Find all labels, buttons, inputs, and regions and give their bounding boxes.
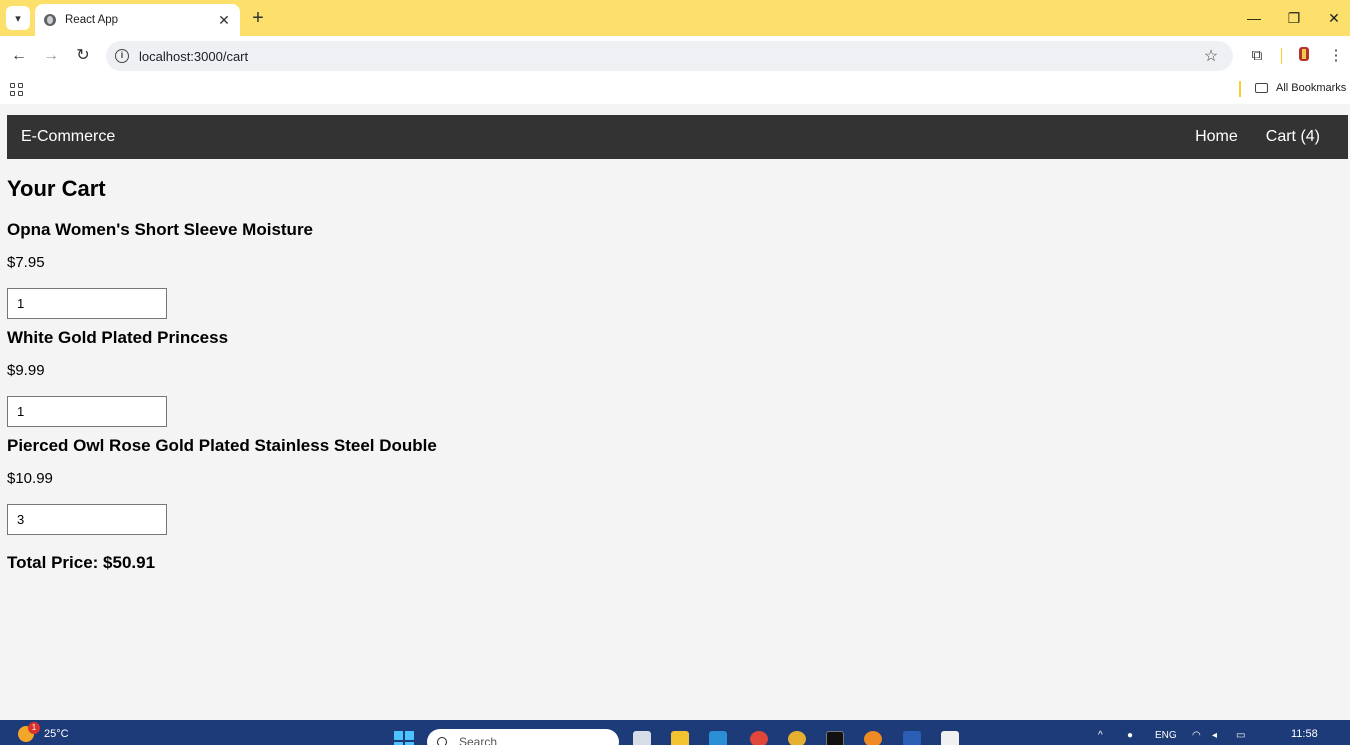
- total-price: Total Price: $50.91: [7, 553, 156, 572]
- reload-icon[interactable]: ↻: [73, 46, 93, 66]
- profile-avatar-icon[interactable]: [1294, 46, 1314, 66]
- globe-icon: [44, 14, 56, 26]
- close-window-icon[interactable]: ✕: [1324, 8, 1344, 28]
- task-view-icon[interactable]: [633, 731, 651, 745]
- browser-menu-kebab-icon[interactable]: ⋮: [1326, 46, 1346, 66]
- windows-start-icon[interactable]: [394, 731, 414, 745]
- apps-grid-icon[interactable]: [10, 83, 24, 97]
- address-bar[interactable]: i localhost:3000/cart ☆: [106, 41, 1233, 71]
- cart-item-name: Pierced Owl Rose Gold Plated Stainless S…: [7, 436, 437, 455]
- cart-item: Opna Women's Short Sleeve Moisture $7.95: [7, 220, 907, 319]
- site-info-icon[interactable]: i: [115, 49, 129, 63]
- forward-arrow-icon[interactable]: →: [41, 46, 61, 66]
- browser-tab[interactable]: React App ✕: [35, 4, 240, 36]
- quantity-input[interactable]: [7, 288, 167, 319]
- snipping-tool-icon[interactable]: [941, 731, 959, 745]
- bookmark-star-icon[interactable]: ☆: [1201, 46, 1221, 66]
- tab-search-chevron-icon[interactable]: ▾: [6, 6, 30, 30]
- tray-chevron-up-icon[interactable]: ^: [1098, 730, 1103, 741]
- cart-item: Pierced Owl Rose Gold Plated Stainless S…: [7, 436, 907, 535]
- taskbar-clock[interactable]: 11:58: [1291, 728, 1318, 740]
- nav-links: Home Cart (4): [1195, 128, 1320, 146]
- bookmarks-divider: [1239, 81, 1241, 97]
- cart-item-price: $10.99: [7, 470, 53, 487]
- cart-item-price: $7.95: [7, 254, 45, 271]
- site-navbar: E-Commerce Home Cart (4): [7, 115, 1348, 159]
- weather-widget[interactable]: 1 25°C: [18, 722, 69, 742]
- address-url[interactable]: localhost:3000/cart: [139, 49, 1201, 64]
- quantity-input[interactable]: [7, 504, 167, 535]
- microphone-icon[interactable]: ●: [1127, 730, 1133, 741]
- folder-icon: [1255, 83, 1268, 93]
- restore-window-icon[interactable]: ❐: [1284, 8, 1304, 28]
- close-tab-icon[interactable]: ✕: [216, 12, 232, 28]
- page-title: Your Cart: [7, 176, 106, 201]
- quantity-input[interactable]: [7, 396, 167, 427]
- volume-icon[interactable]: ◂: [1212, 730, 1217, 741]
- taskbar-search[interactable]: Search: [427, 729, 619, 745]
- search-icon: [437, 737, 447, 745]
- bookmarks-bar: All Bookmarks: [0, 76, 1350, 104]
- page-viewport: E-Commerce Home Cart (4) Your Cart Opna …: [0, 108, 1350, 720]
- all-bookmarks-label: All Bookmarks: [1276, 82, 1347, 94]
- nav-home-link[interactable]: Home: [1195, 128, 1238, 146]
- word-icon[interactable]: [903, 731, 921, 745]
- minimize-icon[interactable]: —: [1244, 8, 1264, 28]
- terminal-icon[interactable]: [826, 731, 844, 745]
- temperature-label: 25°C: [44, 728, 69, 740]
- search-placeholder: Search: [459, 735, 498, 745]
- all-bookmarks-button[interactable]: All Bookmarks: [1255, 82, 1346, 94]
- notification-badge: 1: [28, 722, 40, 734]
- battery-icon[interactable]: ▭: [1236, 730, 1245, 741]
- weather-sun-icon: 1: [18, 722, 40, 742]
- vscode-icon[interactable]: [709, 731, 727, 745]
- cart-content: Your Cart Opna Women's Short Sleeve Mois…: [7, 176, 907, 573]
- language-indicator[interactable]: ENG: [1155, 730, 1177, 741]
- browser-toolbar: ← → ↻ i localhost:3000/cart ☆ ⧉ ⋮: [0, 36, 1350, 76]
- extensions-puzzle-icon[interactable]: ⧉: [1247, 46, 1267, 66]
- browser-tab-strip: ▾ React App ✕ + — ❐ ✕: [0, 0, 1350, 36]
- brand-link[interactable]: E-Commerce: [21, 128, 115, 146]
- tab-title: React App: [65, 14, 119, 26]
- new-tab-plus-icon[interactable]: +: [248, 8, 268, 28]
- cart-item-name: White Gold Plated Princess: [7, 328, 229, 347]
- file-explorer-icon[interactable]: [671, 731, 689, 745]
- cart-item-price: $9.99: [7, 362, 45, 379]
- back-arrow-icon[interactable]: ←: [9, 46, 29, 66]
- cart-item: White Gold Plated Princess $9.99: [7, 328, 907, 427]
- wifi-icon[interactable]: ◠: [1192, 730, 1201, 741]
- cart-item-name: Opna Women's Short Sleeve Moisture: [7, 220, 314, 239]
- nav-cart-link[interactable]: Cart (4): [1266, 128, 1320, 146]
- windows-taskbar: 1 25°C Search ^ ● ENG ◠ ◂ ▭ 11:58: [0, 720, 1350, 745]
- toolbar-divider: [1281, 48, 1282, 64]
- chrome-profile-icon[interactable]: [788, 731, 806, 745]
- chrome-icon[interactable]: [750, 731, 768, 745]
- firefox-icon[interactable]: [864, 731, 882, 745]
